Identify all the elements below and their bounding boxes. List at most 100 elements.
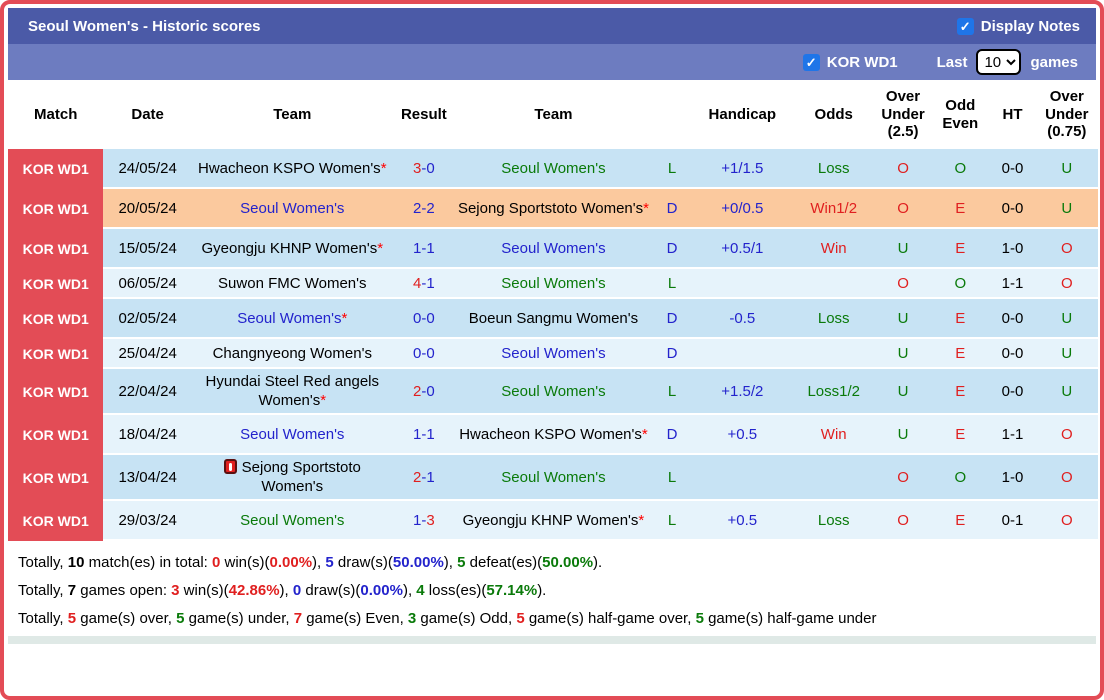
display-notes-checkbox[interactable] bbox=[956, 17, 974, 35]
filter-bar: KOR WD1 Last 10 games bbox=[8, 44, 1096, 80]
home-team-cell: Seoul Women's bbox=[191, 189, 393, 230]
team-name: Seoul Women's bbox=[240, 511, 345, 529]
match-cell: KOR WD1 bbox=[8, 415, 104, 456]
home-team-cell: Hyundai Steel Red angels Women's* bbox=[191, 369, 393, 416]
team-name: Seoul Women's bbox=[240, 199, 345, 217]
away-team-cell: Seoul Women's bbox=[455, 339, 652, 370]
games-count-select[interactable]: 10 bbox=[976, 49, 1022, 75]
table-row: KOR WD1 02/05/24 Seoul Women's* 0-0 Boeun Sa… bbox=[8, 299, 1098, 340]
odds-cell: Loss bbox=[792, 501, 875, 542]
over-under-25-cell: U bbox=[874, 339, 932, 370]
over-under-075-cell: O bbox=[1035, 269, 1098, 300]
table-row: KOR WD1 06/05/24 Suwon FMC Women's 4-1 Seoul… bbox=[8, 269, 1098, 300]
result-letter-cell: L bbox=[651, 369, 693, 416]
result-letter-cell: D bbox=[651, 415, 693, 456]
match-cell: KOR WD1 bbox=[8, 339, 104, 370]
home-team-cell: Seoul Women's* bbox=[191, 299, 393, 340]
handicap-cell: +0/0.5 bbox=[692, 189, 793, 230]
summary-text: 10 bbox=[67, 554, 85, 572]
half-time-cell: 0-0 bbox=[989, 339, 1036, 370]
team-asterisk: * bbox=[377, 239, 384, 257]
summary-text: 0.00% bbox=[360, 582, 403, 600]
handicap-cell: +1.5/2 bbox=[692, 369, 793, 416]
over-under-075-cell: O bbox=[1035, 501, 1098, 542]
over-under-075-cell: O bbox=[1035, 229, 1098, 270]
page-title: Seoul Women's - Historic scores bbox=[28, 17, 261, 35]
odd-even-cell: E bbox=[931, 229, 990, 270]
summary-text: 5 bbox=[695, 610, 704, 628]
summary-text: loss(es)( bbox=[424, 582, 487, 600]
summary-text: 50.00% bbox=[392, 554, 444, 572]
date-cell: 22/04/24 bbox=[103, 369, 192, 416]
over-under-075-cell: O bbox=[1035, 415, 1098, 456]
score-cell: 2-1 bbox=[392, 455, 456, 502]
score-cell: 1-1 bbox=[392, 415, 456, 456]
display-notes-control: Display Notes bbox=[956, 17, 1080, 35]
over-under-075-cell: U bbox=[1035, 339, 1098, 370]
away-score: 1 bbox=[426, 425, 435, 443]
half-time-cell: 0-0 bbox=[989, 299, 1036, 340]
display-notes-label: Display Notes bbox=[980, 17, 1080, 35]
team-name: Seoul Women's bbox=[501, 239, 606, 257]
column-header-ou075: Over Under (0.75) bbox=[1035, 80, 1098, 150]
away-team-cell: Hwacheon KSPO Women's* bbox=[455, 415, 652, 456]
score-cell: 4-1 bbox=[392, 269, 456, 300]
summary-text: game(s) over, bbox=[76, 610, 177, 628]
date-cell: 20/05/24 bbox=[103, 189, 192, 230]
summary-text: games open: bbox=[76, 582, 172, 600]
league-checkbox[interactable] bbox=[802, 53, 820, 71]
date-cell: 29/03/24 bbox=[103, 501, 192, 542]
date-cell: 15/05/24 bbox=[103, 229, 192, 270]
score-cell: 1-1 bbox=[392, 229, 456, 270]
summary-text: 57.14% bbox=[486, 582, 538, 600]
team-name: Gyeongju KHNP Women's bbox=[201, 239, 378, 257]
away-team-cell: Seoul Women's bbox=[455, 455, 652, 502]
summary-text: ). bbox=[593, 554, 603, 572]
date-cell: 25/04/24 bbox=[103, 339, 192, 370]
summary-text: Totally, bbox=[18, 610, 68, 628]
away-team-cell: Seoul Women's bbox=[455, 229, 652, 270]
table-row: KOR WD1 25/04/24 Changnyeong Women's 0-0 Seo… bbox=[8, 339, 1098, 370]
column-header-away: Team bbox=[455, 80, 652, 150]
odd-even-cell: E bbox=[931, 369, 990, 416]
last-label: Last bbox=[936, 53, 968, 71]
result-letter-cell: D bbox=[651, 229, 693, 270]
home-team-cell: Hwacheon KSPO Women's* bbox=[191, 149, 393, 190]
summary-text: ), bbox=[402, 582, 417, 600]
team-name: Suwon FMC Women's bbox=[218, 274, 367, 292]
team-name: Gyeongju KHNP Women's bbox=[462, 511, 639, 529]
away-score: 0 bbox=[426, 309, 435, 327]
team-name: Hwacheon KSPO Women's bbox=[198, 159, 381, 177]
result-letter-cell: D bbox=[651, 339, 693, 370]
team-name: Sejong Sportstoto Women's bbox=[241, 459, 361, 496]
match-cell: KOR WD1 bbox=[8, 189, 104, 230]
over-under-25-cell: O bbox=[874, 501, 932, 542]
home-team-cell: Suwon FMC Women's bbox=[191, 269, 393, 300]
half-time-cell: 1-1 bbox=[989, 269, 1036, 300]
result-letter-cell: D bbox=[651, 299, 693, 340]
match-cell: KOR WD1 bbox=[8, 149, 104, 190]
table-row: KOR WD1 18/04/24 Seoul Women's 1-1 Hwacheon … bbox=[8, 415, 1098, 456]
team-name: Seoul Women's bbox=[237, 309, 342, 327]
column-header-ht: HT bbox=[989, 80, 1036, 150]
summary-text: defeat(es)( bbox=[465, 554, 543, 572]
table-row: KOR WD1 20/05/24 Seoul Women's 2-2 Sejong Sp… bbox=[8, 189, 1098, 230]
summary-text: 5 bbox=[67, 610, 77, 628]
bottom-strip bbox=[8, 636, 1096, 645]
half-time-cell: 1-1 bbox=[989, 415, 1036, 456]
team-name: Seoul Women's bbox=[501, 159, 606, 177]
match-cell: KOR WD1 bbox=[8, 501, 104, 542]
odds-cell: Win bbox=[792, 229, 875, 270]
summary-text: 5 bbox=[516, 610, 525, 628]
odd-even-cell: E bbox=[931, 501, 990, 542]
away-score: 0 bbox=[426, 159, 435, 177]
page-panel: Seoul Women's - Historic scores Display … bbox=[0, 0, 1104, 700]
handicap-cell bbox=[692, 269, 793, 300]
summary-text: 0 bbox=[292, 582, 302, 600]
date-cell: 24/05/24 bbox=[103, 149, 192, 190]
half-time-cell: 0-0 bbox=[989, 189, 1036, 230]
away-score: 1 bbox=[426, 239, 435, 257]
odd-even-cell: O bbox=[931, 455, 990, 502]
table-row: KOR WD1 15/05/24 Gyeongju KHNP Women's* 1-1… bbox=[8, 229, 1098, 270]
result-letter-cell: L bbox=[651, 501, 693, 542]
